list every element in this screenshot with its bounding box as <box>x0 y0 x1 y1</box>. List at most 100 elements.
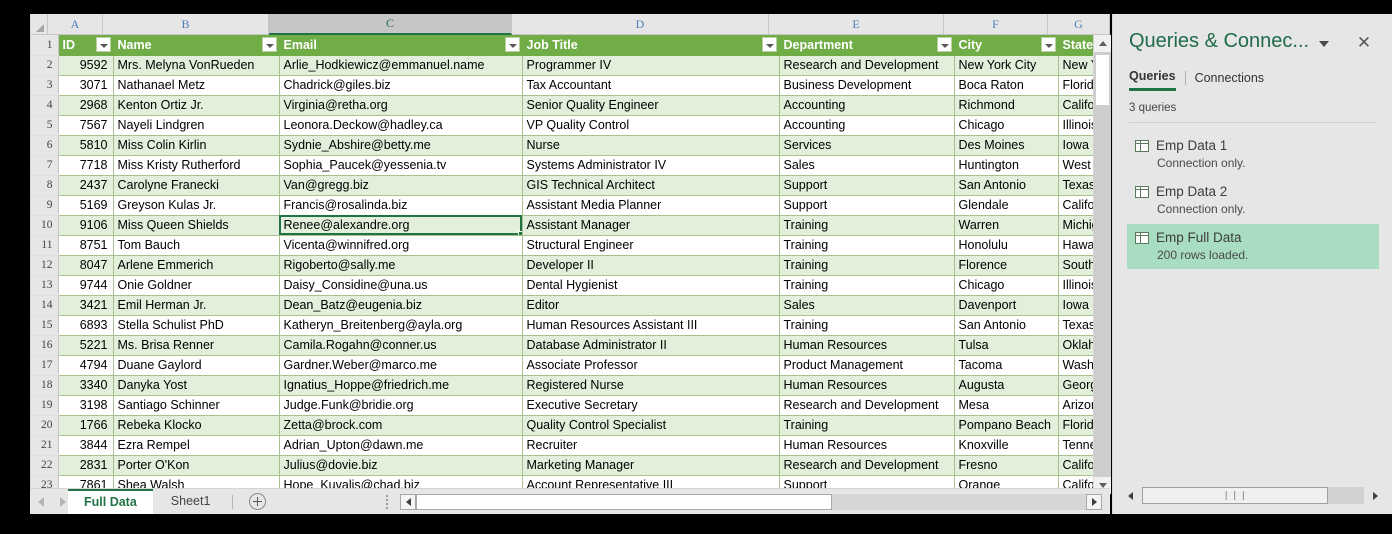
cell-city[interactable]: Chicago <box>954 275 1059 296</box>
grid-vertical-scrollbar[interactable] <box>1093 35 1111 494</box>
cell-state[interactable]: Washington <box>1058 355 1094 376</box>
cell-id[interactable]: 2831 <box>58 455 114 476</box>
cell-job-title[interactable]: VP Quality Control <box>522 115 780 136</box>
row-header[interactable]: 16 <box>31 335 59 356</box>
cell-city[interactable]: Pompano Beach <box>954 415 1059 436</box>
cell-state[interactable]: California <box>1058 95 1094 116</box>
cell-state[interactable]: Florida <box>1058 415 1094 436</box>
cell-state[interactable]: California <box>1058 195 1094 216</box>
cell-email[interactable]: Francis@rosalinda.biz <box>279 195 523 216</box>
cell-department[interactable]: Sales <box>779 295 955 316</box>
cell-state[interactable]: Texas <box>1058 315 1094 336</box>
cell-id[interactable]: 1766 <box>58 415 114 436</box>
header-job-title[interactable]: Job Title <box>522 35 780 56</box>
cell-id[interactable]: 9592 <box>58 55 114 76</box>
header-state[interactable]: State <box>1058 35 1094 56</box>
row-header[interactable]: 20 <box>31 415 59 436</box>
row-header[interactable]: 8 <box>31 175 59 196</box>
cell-job-title[interactable]: Tax Accountant <box>522 75 780 96</box>
query-item[interactable]: Emp Data 1 Connection only. <box>1127 132 1379 177</box>
cell-name[interactable]: Emil Herman Jr. <box>113 295 280 316</box>
row-header[interactable]: 14 <box>31 295 59 316</box>
grid-horizontal-scrollbar[interactable] <box>400 493 1102 510</box>
cell-job-title[interactable]: Developer II <box>522 255 780 276</box>
cell-id[interactable]: 4794 <box>58 355 114 376</box>
cell-name[interactable]: Tom Bauch <box>113 235 280 256</box>
close-icon[interactable]: ✕ <box>1356 34 1372 51</box>
cell-department[interactable]: Accounting <box>779 95 955 116</box>
hscroll-right-button[interactable] <box>1086 493 1102 510</box>
cell-name[interactable]: Onie Goldner <box>113 275 280 296</box>
cell-name[interactable]: Arlene Emmerich <box>113 255 280 276</box>
row-header[interactable]: 4 <box>31 95 59 116</box>
cell-job-title[interactable]: Registered Nurse <box>522 375 780 396</box>
hscroll-thumb[interactable] <box>416 493 832 510</box>
header-department[interactable]: Department <box>779 35 955 56</box>
cell-state[interactable]: Arizona <box>1058 395 1094 416</box>
header-city[interactable]: City <box>954 35 1059 56</box>
cell-name[interactable]: Rebeka Klocko <box>113 415 280 436</box>
cell-job-title[interactable]: Senior Quality Engineer <box>522 95 780 116</box>
cell-state[interactable]: California <box>1058 455 1094 476</box>
column-header-f[interactable]: F <box>944 14 1048 35</box>
cell-name[interactable]: Greyson Kulas Jr. <box>113 195 280 216</box>
row-header[interactable]: 10 <box>31 215 59 236</box>
vscroll-thumb[interactable] <box>1095 54 1110 106</box>
cell-email[interactable]: Dean_Batz@eugenia.biz <box>279 295 523 316</box>
filter-dropdown-icon[interactable] <box>1040 37 1056 52</box>
cell-email[interactable]: Van@gregg.biz <box>279 175 523 196</box>
cell-department[interactable]: Research and Development <box>779 455 955 476</box>
row-header[interactable]: 11 <box>31 235 59 256</box>
cell-department[interactable]: Human Resources <box>779 375 955 396</box>
split-grip-icon[interactable] <box>386 494 390 509</box>
cell-job-title[interactable]: Executive Secretary <box>522 395 780 416</box>
cell-email[interactable]: Adrian_Upton@dawn.me <box>279 435 523 456</box>
cell-name[interactable]: Danyka Yost <box>113 375 280 396</box>
cell-department[interactable]: Sales <box>779 155 955 176</box>
pane-hscroll-left-button[interactable] <box>1123 488 1139 504</box>
hscroll-track[interactable] <box>416 493 1086 510</box>
cell-state[interactable]: West Virginia <box>1058 155 1094 176</box>
cell-email[interactable]: Chadrick@giles.biz <box>279 75 523 96</box>
cell-job-title[interactable]: GIS Technical Architect <box>522 175 780 196</box>
cell-job-title[interactable]: Assistant Media Planner <box>522 195 780 216</box>
cell-department[interactable]: Human Resources <box>779 435 955 456</box>
cell-email[interactable]: Camila.Rogahn@conner.us <box>279 335 523 356</box>
cell-id[interactable]: 5169 <box>58 195 114 216</box>
column-header-b[interactable]: B <box>103 14 269 35</box>
cell-id[interactable]: 9744 <box>58 275 114 296</box>
header-email[interactable]: Email <box>279 35 523 56</box>
filter-dropdown-icon[interactable] <box>95 37 111 52</box>
cell-id[interactable]: 3844 <box>58 435 114 456</box>
cell-name[interactable]: Santiago Schinner <box>113 395 280 416</box>
row-header[interactable]: 18 <box>31 375 59 396</box>
cell-job-title[interactable]: Systems Administrator IV <box>522 155 780 176</box>
cell-email[interactable]: Ignatius_Hoppe@friedrich.me <box>279 375 523 396</box>
cell-email[interactable]: Vicenta@winnifred.org <box>279 235 523 256</box>
cell-job-title[interactable]: Nurse <box>522 135 780 156</box>
cell-email[interactable]: Renee@alexandre.org <box>279 215 523 236</box>
cell-name[interactable]: Miss Queen Shields <box>113 215 280 236</box>
cell-job-title[interactable]: Dental Hygienist <box>522 275 780 296</box>
vscroll-up-button[interactable] <box>1094 35 1111 52</box>
row-header[interactable]: 6 <box>31 135 59 156</box>
cell-id[interactable]: 3421 <box>58 295 114 316</box>
filter-dropdown-icon[interactable] <box>504 37 520 52</box>
cell-email[interactable]: Zetta@brock.com <box>279 415 523 436</box>
cell-job-title[interactable]: Assistant Manager <box>522 215 780 236</box>
cell-department[interactable]: Training <box>779 415 955 436</box>
cell-email[interactable]: Virginia@retha.org <box>279 95 523 116</box>
query-item[interactable]: Emp Full Data 200 rows loaded. <box>1127 224 1379 269</box>
pane-hscroll-right-button[interactable] <box>1367 488 1383 504</box>
cell-department[interactable]: Services <box>779 135 955 156</box>
cell-city[interactable]: Des Moines <box>954 135 1059 156</box>
cell-state[interactable]: Illinois <box>1058 115 1094 136</box>
cell-city[interactable]: Knoxville <box>954 435 1059 456</box>
cell-state[interactable]: Illinois <box>1058 275 1094 296</box>
cell-job-title[interactable]: Recruiter <box>522 435 780 456</box>
cell-email[interactable]: Katheryn_Breitenberg@ayla.org <box>279 315 523 336</box>
filter-dropdown-icon[interactable] <box>761 37 777 52</box>
filter-dropdown-icon[interactable] <box>261 37 277 52</box>
cell-department[interactable]: Accounting <box>779 115 955 136</box>
pane-horizontal-scrollbar[interactable]: ❘❘❘ <box>1123 487 1383 504</box>
